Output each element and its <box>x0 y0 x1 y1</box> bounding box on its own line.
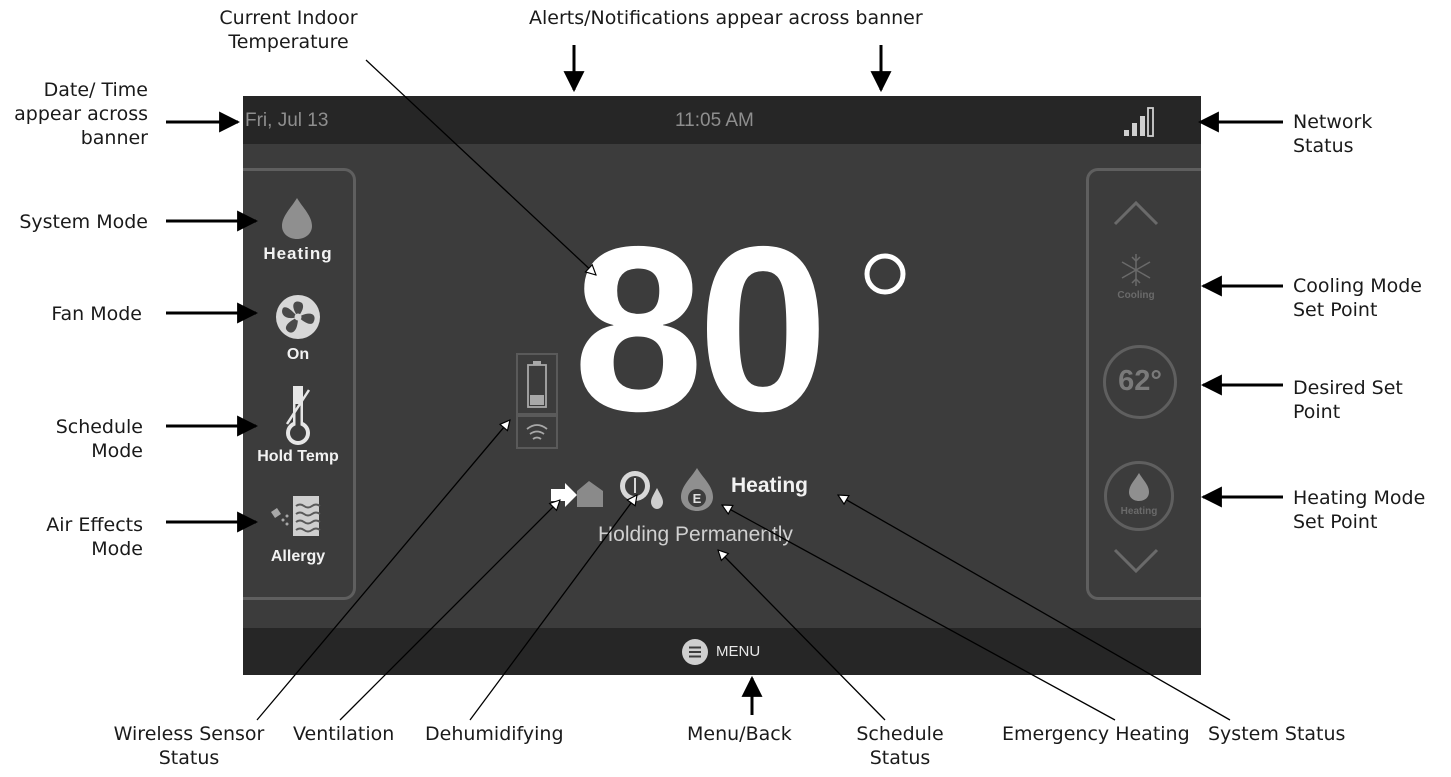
leader-ventilation <box>339 500 560 721</box>
leader-schedule-status <box>718 550 886 721</box>
leader-system-status <box>838 495 1231 721</box>
leader-current-temp <box>365 59 596 275</box>
callout-arrows <box>166 45 1283 721</box>
leader-dehumidify <box>469 495 637 721</box>
leader-emergency <box>722 505 1116 721</box>
leader-wireless <box>256 420 510 721</box>
